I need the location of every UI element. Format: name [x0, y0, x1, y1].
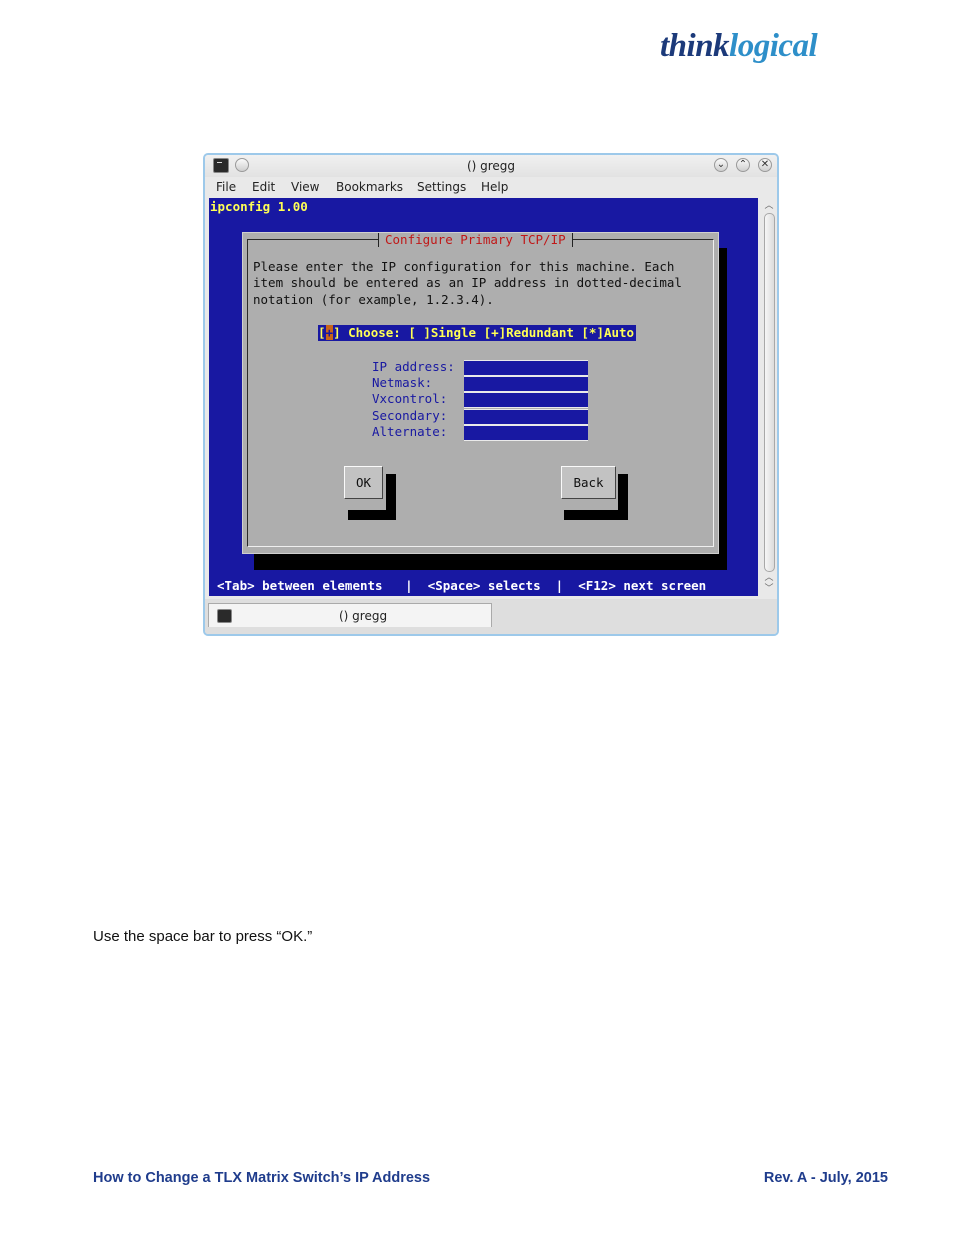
tab-bar: () gregg	[205, 599, 777, 634]
ok-button-shadow-bottom	[348, 510, 396, 520]
scroll-down-icon[interactable]: ﹀	[762, 583, 776, 595]
window-title: () gregg	[466, 159, 516, 173]
netmask-input[interactable]	[464, 376, 588, 392]
instruction-caption: Use the space bar to press “OK.”	[93, 928, 313, 945]
menu-edit[interactable]: Edit	[252, 180, 275, 194]
tab-gregg[interactable]: () gregg	[208, 603, 492, 627]
netmask-label: Netmask:	[372, 375, 433, 390]
menu-bar: File Edit View Bookmarks Settings Help	[205, 177, 777, 197]
alternate-input[interactable]	[464, 425, 588, 441]
alternate-label: Alternate:	[372, 424, 448, 439]
tcpip-dialog: Configure Primary TCP/IP Please enter th…	[242, 232, 719, 554]
footer-document-title: How to Change a TLX Matrix Switch’s IP A…	[93, 1170, 431, 1186]
vertical-scrollbar[interactable]: ︿ ︿ ﹀	[762, 198, 776, 596]
secondary-label: Secondary:	[372, 408, 448, 423]
menu-view[interactable]: View	[291, 180, 319, 194]
terminal-screen[interactable]: ipconfig 1.00 Configure Primary TCP/IP P…	[209, 198, 758, 596]
terminal-tab-icon	[217, 609, 232, 623]
title-bar: () gregg ⌄ ⌃ ✕	[205, 155, 777, 177]
ip-address-input[interactable]	[464, 360, 588, 376]
footer-revision: Rev. A - July, 2015	[763, 1170, 888, 1186]
terminal-window: () gregg ⌄ ⌃ ✕ File Edit View Bookmarks …	[203, 153, 779, 636]
menu-help[interactable]: Help	[481, 180, 508, 194]
close-button[interactable]: ✕	[758, 158, 772, 172]
ip-address-label: IP address:	[372, 359, 455, 374]
back-button[interactable]: Back	[561, 466, 616, 499]
dialog-title: Configure Primary TCP/IP	[378, 233, 573, 247]
secondary-input[interactable]	[464, 409, 588, 425]
dialog-instructions: Please enter the IP configuration for th…	[253, 259, 682, 307]
vxcontrol-input[interactable]	[464, 392, 588, 408]
ok-button[interactable]: OK	[344, 466, 383, 499]
mode-chooser[interactable]: [+] Choose: [ ]Single [+]Redundant [*]Au…	[318, 325, 637, 341]
maximize-button[interactable]: ⌃	[736, 158, 750, 172]
scroll-up-icon[interactable]: ︿	[762, 200, 776, 212]
tab-label: () gregg	[339, 609, 388, 623]
menu-file[interactable]: File	[216, 180, 236, 194]
text-cursor: +	[325, 325, 334, 340]
scrollbar-thumb[interactable]	[764, 213, 775, 572]
menu-bookmarks[interactable]: Bookmarks	[336, 180, 403, 194]
thinklogical-logo: thinklogical	[660, 28, 818, 64]
menu-settings[interactable]: Settings	[417, 180, 466, 194]
key-hints: <Tab> between elements | <Space> selects…	[217, 578, 707, 593]
minimize-button[interactable]: ⌄	[714, 158, 728, 172]
back-button-shadow-bottom	[564, 510, 628, 520]
vxcontrol-label: Vxcontrol:	[372, 391, 448, 406]
terminal-header: ipconfig 1.00	[210, 199, 308, 214]
